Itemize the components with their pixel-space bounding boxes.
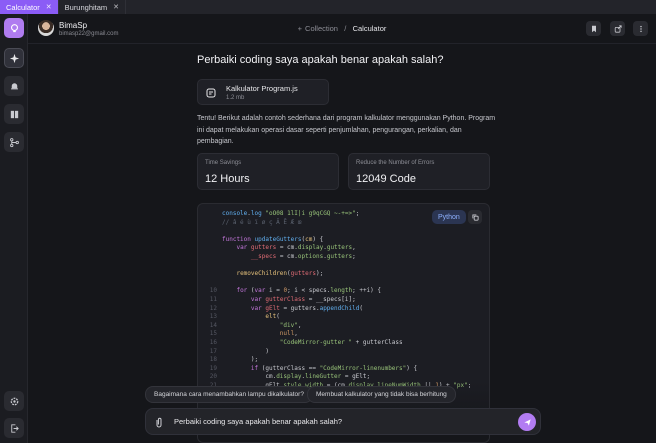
paperclip-icon[interactable] [154, 417, 164, 428]
suggestion-chip[interactable]: Bagaimana cara menambahkan lampu dikalku… [145, 386, 313, 403]
file-name: Kalkulator Program.js [226, 84, 298, 93]
close-icon[interactable]: ✕ [113, 3, 119, 11]
page-header: BimaSp bimasp22@gmail.com + Collection / … [28, 14, 656, 44]
tab-bar: Calculator ✕ Burunghitam ✕ [0, 0, 656, 14]
branch-icon[interactable] [4, 132, 24, 152]
suggestion-chip[interactable]: Membuat kalkulator yang tidak bisa berhi… [307, 386, 456, 403]
breadcrumb-current: Calculator [352, 24, 387, 33]
settings-icon[interactable] [4, 391, 24, 411]
file-size: 1.2 mb [226, 95, 245, 101]
bell-icon[interactable] [4, 76, 24, 96]
send-icon [523, 418, 531, 426]
language-badge: Python [432, 210, 466, 224]
close-icon[interactable]: ✕ [46, 3, 52, 11]
stat-label: Reduce the Number of Errors [356, 160, 435, 166]
stat-label: Time Savings [205, 160, 242, 166]
logo-icon[interactable] [4, 18, 24, 38]
tab-calculator[interactable]: Calculator ✕ [0, 0, 59, 14]
logout-icon[interactable] [4, 418, 24, 438]
stat-value: 12 Hours [205, 173, 250, 185]
tab-label: Burunghitam [64, 2, 108, 12]
breadcrumb-parent[interactable]: Collection [305, 24, 338, 33]
book-icon[interactable] [4, 104, 24, 124]
stat-card: Reduce the Number of Errors 12049 Code [348, 153, 490, 190]
share-icon[interactable] [610, 21, 625, 36]
sidebar-rail [0, 14, 28, 443]
code-block: console.log "oO08 1lI|i g9qCGQ ~-+=>"; /… [197, 203, 490, 443]
tab-label: Calculator [6, 2, 40, 12]
chat-area: Perbaiki coding saya apakah benar apakah… [28, 44, 656, 443]
bookmark-icon[interactable] [586, 21, 601, 36]
stat-card: Time Savings 12 Hours [197, 153, 339, 190]
message-input[interactable]: Perbaiki coding saya apakah benar apakah… [174, 417, 342, 426]
stat-value: 12049 Code [356, 173, 416, 185]
message-composer: Perbaiki coding saya apakah benar apakah… [145, 408, 541, 435]
breadcrumb-separator: / [344, 24, 347, 33]
file-icon [206, 88, 216, 98]
file-attachment[interactable]: Kalkulator Program.js 1.2 mb [197, 79, 329, 105]
tab-burunghitam[interactable]: Burunghitam ✕ [59, 0, 127, 14]
user-question: Perbaiki coding saya apakah benar apakah… [197, 54, 444, 66]
copy-icon[interactable] [468, 210, 482, 224]
code-lines: console.log "oO08 1lI|i g9qCGQ ~-+=>"; /… [209, 210, 472, 389]
plus-icon[interactable]: + [298, 24, 302, 33]
send-button[interactable] [518, 413, 536, 431]
assistant-answer: Tentu! Berikut adalah contoh sederhana d… [197, 115, 496, 145]
sparkle-icon[interactable] [4, 48, 24, 68]
more-icon[interactable] [633, 21, 648, 36]
breadcrumb: + Collection / Calculator [28, 24, 656, 33]
